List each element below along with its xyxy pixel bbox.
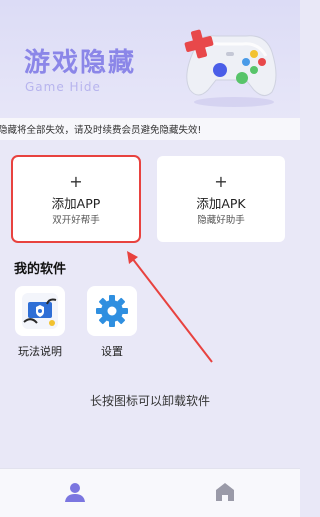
- gear-icon[interactable]: [87, 286, 137, 336]
- add-app-label: 添加APP: [51, 196, 101, 211]
- app-label-settings: 设置: [101, 345, 123, 358]
- plus-icon: +: [69, 172, 83, 191]
- tab-me[interactable]: [55, 477, 95, 507]
- plus-icon: +: [214, 172, 228, 191]
- gamepad-icon: [184, 29, 277, 107]
- add-app-button[interactable]: + 添加APP 双开好帮手: [11, 155, 141, 243]
- app-tile-settings[interactable]: 设置: [82, 286, 142, 359]
- header-banner: 游戏隐藏 Game Hide: [0, 0, 300, 118]
- app-label-guide: 玩法说明: [18, 345, 62, 358]
- guide-icon[interactable]: [15, 286, 65, 336]
- uninstall-hint: 长按图标可以卸载软件: [89, 394, 210, 408]
- section-title-my-apps: 我的软件: [14, 262, 67, 277]
- home-icon: [216, 483, 234, 501]
- add-app-subtitle: 双开好帮手: [52, 215, 100, 226]
- person-icon: [65, 483, 85, 502]
- notice-text: 隐藏将全部失效，请及时续费会员避免隐藏失效!: [0, 125, 202, 136]
- add-apk-subtitle: 隐藏好助手: [197, 215, 245, 226]
- app-tile-guide[interactable]: 玩法说明: [10, 286, 70, 359]
- app-subtitle: Game Hide: [25, 80, 101, 94]
- app-title: 游戏隐藏: [24, 48, 137, 78]
- add-apk-button[interactable]: + 添加APK 隐藏好助手: [157, 156, 285, 242]
- bottom-tabbar: [0, 468, 300, 517]
- notice-bar: 隐藏将全部失效，请及时续费会员避免隐藏失效!: [0, 118, 300, 140]
- tab-home[interactable]: [205, 477, 245, 507]
- add-apk-label: 添加APK: [196, 196, 246, 211]
